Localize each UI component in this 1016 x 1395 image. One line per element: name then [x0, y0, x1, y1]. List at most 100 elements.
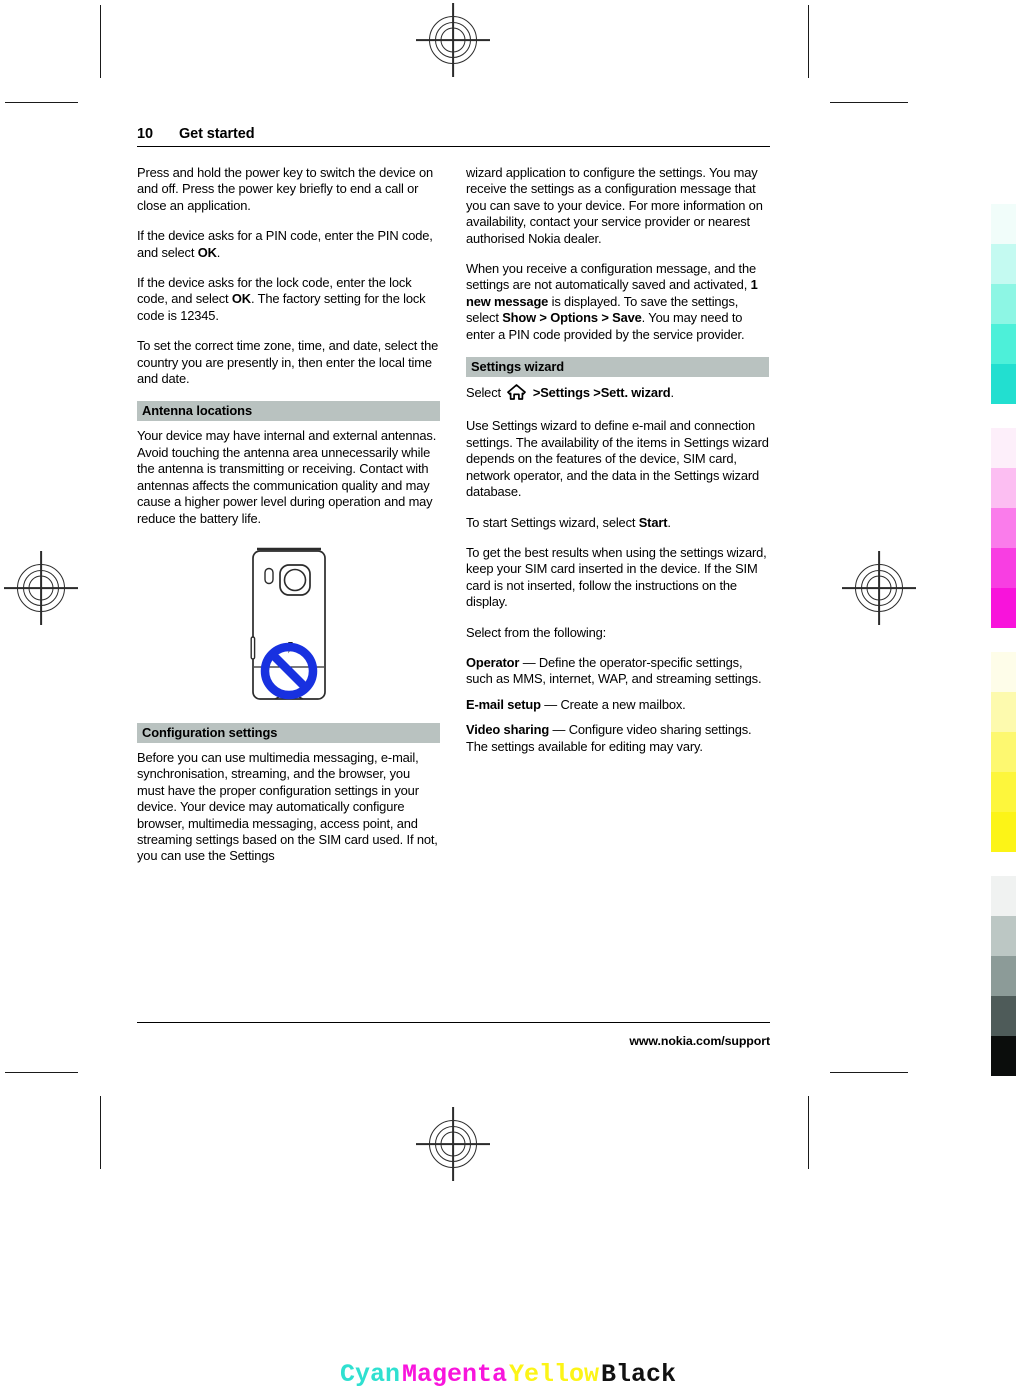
header-divider — [137, 146, 770, 147]
page-title: Get started — [179, 126, 255, 142]
swatch-black-1 — [991, 876, 1016, 916]
configuration-paragraph: Before you can use multimedia messaging,… — [137, 749, 438, 864]
crop-mark-bottom-left-horizontal — [5, 1072, 78, 1073]
swatch-black-5 — [991, 1036, 1016, 1076]
registration-crosshair-vertical — [452, 1107, 454, 1181]
closing-paragraph: The settings available for editing may v… — [466, 738, 703, 754]
definition-dash-email-setup: — — [544, 696, 558, 712]
start-text-1: To start Settings wizard, select — [466, 514, 639, 530]
swatch-group-yellow — [991, 652, 1016, 852]
save-menu-label: Save — [612, 310, 642, 326]
sett-wizard-label: Sett. wizard — [600, 385, 671, 401]
definition-desc-video-sharing: Configure video sharing settings. — [568, 722, 752, 738]
swatch-magenta-1 — [991, 428, 1016, 468]
support-url: www.nokia.com/support — [629, 1034, 770, 1048]
swatch-cyan-2 — [991, 244, 1016, 284]
registration-target-bottom — [416, 1107, 490, 1181]
registration-target-top — [416, 3, 490, 77]
swatch-cyan-1 — [991, 204, 1016, 244]
wizard-description-paragraph: Use Settings wizard to define e-mail and… — [466, 418, 769, 500]
select-verb: Select — [466, 385, 501, 401]
start-text-2: . — [667, 514, 671, 530]
lock-code-paragraph: If the device asks for the lock code, en… — [137, 275, 440, 324]
antenna-locations-heading: Antenna locations — [137, 401, 440, 422]
cmyk-print-legend: CyanMagentaYellowBlack — [0, 1360, 1016, 1389]
settings-definition-list: Operator — Define the operator-specific … — [466, 655, 769, 739]
crop-mark-bottom-right-vertical — [808, 1096, 809, 1169]
swatch-yellow-5 — [991, 812, 1016, 852]
swatch-magenta-3 — [991, 508, 1016, 548]
wizard-continuation-paragraph: wizard application to configure the sett… — [466, 165, 763, 246]
print-legend-magenta: Magenta — [401, 1360, 507, 1389]
start-label: Start — [638, 514, 668, 530]
definition-dash-operator: — — [522, 654, 536, 670]
options-menu-label: Options — [550, 310, 598, 326]
registration-crosshair-vertical — [452, 3, 454, 77]
config-msg-text-1: When you receive a configuration message… — [466, 261, 757, 293]
antenna-paragraph: Your device may have internal and extern… — [137, 428, 437, 526]
phone-illustration — [137, 541, 440, 707]
menu-separator-2: > — [597, 310, 613, 326]
registration-target-left — [4, 551, 78, 625]
two-column-body: Press and hold the power key to switch t… — [137, 165, 770, 865]
ok-label: OK — [197, 244, 217, 260]
definition-item-operator: Operator — Define the operator-specific … — [466, 655, 769, 688]
registration-target-right — [842, 551, 916, 625]
path-period: . — [670, 385, 675, 401]
power-key-paragraph: Press and hold the power key to switch t… — [137, 165, 434, 213]
swatch-magenta-5 — [991, 588, 1016, 628]
swatch-yellow-4 — [991, 772, 1016, 812]
color-calibration-bar — [991, 204, 1016, 1100]
page-footer: www.nokia.com/support — [137, 1022, 770, 1048]
swatch-group-black — [991, 876, 1016, 1076]
crop-mark-top-left-horizontal — [5, 102, 78, 103]
registration-crosshair-vertical — [40, 551, 42, 625]
definition-term-email-setup: E-mail setup — [466, 696, 541, 712]
swatch-cyan-4 — [991, 324, 1016, 364]
phone-antenna-diagram — [250, 547, 326, 700]
manual-page: 10 Get started Press and hold the power … — [137, 126, 770, 865]
configuration-settings-heading: Configuration settings — [137, 722, 440, 743]
camera-flash — [263, 567, 274, 585]
crop-mark-top-left-vertical — [100, 5, 101, 78]
settings-menu-label: Settings — [540, 385, 590, 401]
crop-mark-bottom-left-vertical — [100, 1096, 101, 1169]
swatch-cyan-5 — [991, 364, 1016, 404]
definition-term-operator: Operator — [466, 654, 520, 670]
swatch-black-3 — [991, 956, 1016, 996]
swatch-group-magenta — [991, 428, 1016, 628]
sim-card-paragraph: To get the best results when using the s… — [466, 544, 767, 610]
swatch-cyan-3 — [991, 284, 1016, 324]
crop-mark-top-right-horizontal — [830, 102, 908, 103]
print-legend-black: Black — [601, 1360, 677, 1389]
swatch-black-2 — [991, 916, 1016, 956]
definition-desc-email-setup: Create a new mailbox. — [560, 696, 686, 712]
pin-code-paragraph: If the device asks for a PIN code, enter… — [137, 228, 433, 260]
swatch-yellow-2 — [991, 692, 1016, 732]
swatch-yellow-1 — [991, 652, 1016, 692]
select-following-paragraph: Select from the following: — [466, 624, 607, 640]
show-menu-label: Show — [502, 310, 536, 326]
page-number: 10 — [137, 126, 153, 142]
swatch-group-cyan — [991, 204, 1016, 404]
config-message-paragraph: When you receive a configuration message… — [466, 261, 769, 343]
print-legend-cyan: Cyan — [339, 1360, 400, 1389]
swatch-black-4 — [991, 996, 1016, 1036]
left-column: Press and hold the power key to switch t… — [137, 165, 440, 865]
definition-item-video-sharing: Video sharing — Configure video sharing … — [466, 722, 769, 738]
crop-mark-bottom-right-horizontal — [830, 1072, 908, 1073]
path-separator-2: > — [593, 385, 601, 401]
definition-dash-video-sharing: — — [552, 722, 566, 738]
definition-term-video-sharing: Video sharing — [466, 722, 550, 738]
lock-code-ok-label: OK — [231, 291, 251, 307]
home-icon-glyph — [507, 384, 527, 400]
page-header: 10 Get started — [137, 126, 770, 146]
right-column: wizard application to configure the sett… — [466, 165, 769, 865]
print-legend-yellow: Yellow — [509, 1360, 600, 1389]
definition-item-email-setup: E-mail setup — Create a new mailbox. — [466, 697, 769, 713]
registration-crosshair-vertical — [878, 551, 880, 625]
swatch-magenta-4 — [991, 548, 1016, 588]
camera-lens — [283, 568, 306, 592]
settings-wizard-heading: Settings wizard — [466, 357, 769, 378]
phone-side-button — [250, 636, 255, 660]
